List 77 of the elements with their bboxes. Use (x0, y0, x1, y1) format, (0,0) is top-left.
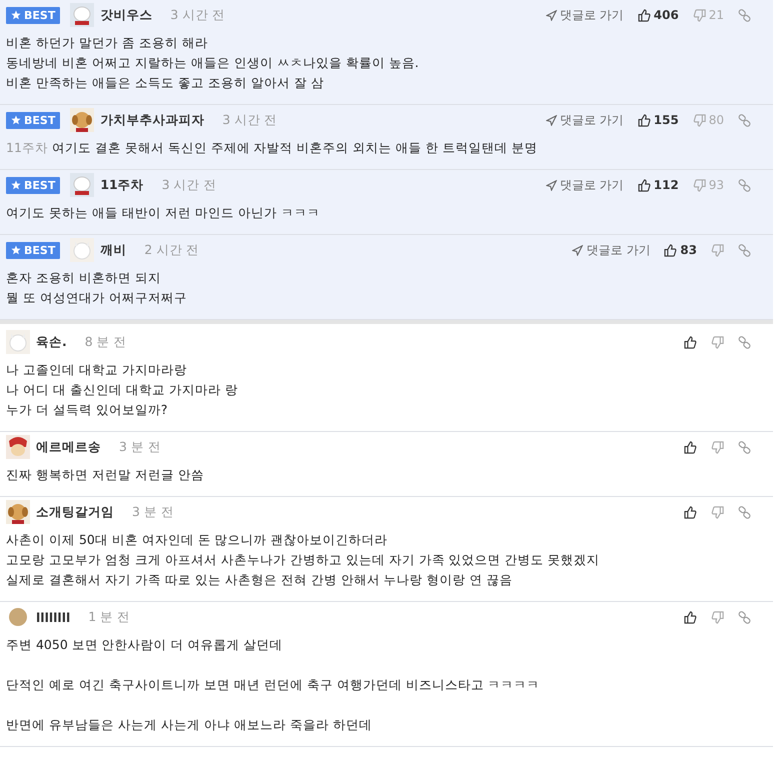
comment-text: 진짜 행복하면 저런말 저런글 안씀 (6, 466, 205, 484)
author-name[interactable]: llllllll (36, 610, 70, 624)
link-icon[interactable] (738, 506, 751, 518)
star-icon (11, 10, 21, 20)
link-icon[interactable] (738, 440, 751, 454)
go-to-reply-link[interactable]: 댓글로 가기 (546, 112, 624, 128)
comment-text: 뭘 또 여성연대가 어쩌구저쩌구 (6, 289, 188, 307)
author-name[interactable]: 육손. (36, 334, 67, 350)
comment-text: 고모랑 고모부가 엄청 크게 아프셔서 사촌누나가 간병하고 있는데 자기 가족 있었으면 간병도 못했겠지 (6, 551, 601, 569)
best-badge: BEST (6, 242, 60, 258)
comment-text: 단적인 예로 여긴 축구사이트니까 보면 매년 런던에 축구 여행가던데 비즈니스타고 ㅋㅋㅋㅋ (6, 676, 541, 694)
comment-time: 3 분 전 (119, 438, 161, 456)
thumbs-down-icon[interactable] (711, 244, 724, 256)
best-badge: BEST (6, 112, 60, 128)
link-icon[interactable] (738, 610, 751, 624)
comment-text: 나 고졸인데 대학교 가지마라랑 (6, 361, 188, 379)
best-badge: BEST (6, 6, 60, 24)
comment-text: 동네방네 비혼 어쩌고 지랄하는 애들은 인생이 ㅆㅊ나있을 확률이 높음. (6, 54, 420, 72)
comment-time: 3 시간 전 (222, 112, 278, 128)
author-name[interactable]: 가치부추사과피자 (100, 112, 204, 128)
comment-text: 11주차 여기도 결혼 못해서 독신인 주제에 자발적 비혼주의 외치는 애들 한 트럭일탠데 분명 (6, 139, 539, 157)
thumbs-down-icon[interactable] (711, 610, 724, 624)
comment-time: 3 시간 전 (170, 6, 226, 24)
comment-time: 3 분 전 (132, 504, 174, 520)
comment-text: 사촌이 이제 50대 비혼 여자인데 돈 많으니까 괜찮아보이긴하더라 (6, 531, 389, 549)
star-icon (11, 245, 21, 255)
comment-text: 누가 더 설득력 있어보일까? (6, 401, 169, 419)
star-icon (11, 180, 21, 190)
send-icon (546, 10, 557, 20)
go-to-reply-link[interactable]: 댓글로 가기 (572, 242, 650, 258)
comment-time: 3 시간 전 (162, 176, 217, 194)
comment-text: 반면에 유부남들은 사는게 사는게 아냐 애보느라 죽을라 하던데 (6, 716, 373, 734)
like-button[interactable]: 83 (664, 243, 697, 257)
thumbs-up-icon[interactable] (638, 178, 651, 192)
comment-text: 실제로 결혼해서 자기 가족 따로 있는 사촌형은 전혀 간병 안해서 누나랑 형이랑 연 끊음 (6, 571, 514, 589)
author-name[interactable]: 소개팅갈거임 (36, 504, 114, 520)
thumbs-down-icon[interactable] (692, 114, 706, 126)
comment-time: 1 분 전 (88, 608, 130, 626)
best-badge: BEST (6, 176, 60, 194)
author-name[interactable]: 갓비우스 (100, 6, 152, 24)
thumbs-up-icon[interactable] (638, 114, 651, 126)
send-icon (572, 244, 584, 256)
send-icon (546, 180, 557, 190)
thumbs-down-icon[interactable] (711, 440, 724, 454)
link-icon[interactable] (738, 114, 751, 126)
thumbs-down-icon[interactable] (711, 336, 724, 348)
like-button[interactable]: 112 (638, 178, 679, 192)
go-to-reply-link[interactable]: 댓글로 가기 (546, 6, 624, 24)
link-icon[interactable] (738, 244, 751, 256)
like-button[interactable]: 155 (638, 113, 679, 127)
comment-text: 비혼 하던가 말던가 좀 조용히 해라 (6, 34, 209, 52)
link-icon[interactable] (738, 178, 751, 192)
thumbs-down-icon[interactable] (711, 506, 724, 518)
author-name[interactable]: 깨비 (100, 242, 126, 258)
comment-text: 비혼 만족하는 애들은 소득도 좋고 조용히 알아서 잘 삼 (6, 74, 325, 92)
go-to-reply-link[interactable]: 댓글로 가기 (546, 176, 624, 194)
comment-time: 8 분 전 (84, 334, 127, 350)
comment-time: 2 시간 전 (144, 242, 200, 258)
star-icon (11, 115, 21, 125)
comment-text: 주변 4050 보면 안한사람이 더 여유롭게 살던데 (6, 636, 284, 654)
comment-text: 나 어디 대 출신인데 대학교 가지마라 랑 (6, 381, 239, 399)
thumbs-down-icon[interactable] (692, 8, 706, 22)
thumbs-up-icon[interactable] (684, 336, 697, 348)
link-icon[interactable] (738, 8, 751, 22)
thumbs-up-icon[interactable] (684, 506, 697, 518)
comment-text: 여기도 못하는 애들 태반이 저런 마인드 아닌가 ㅋㅋㅋ (6, 204, 321, 222)
thumbs-up-icon[interactable] (684, 440, 697, 454)
thumbs-up-icon[interactable] (664, 244, 678, 256)
author-name[interactable]: 11주차 (100, 176, 144, 194)
send-icon (546, 114, 557, 126)
thumbs-up-icon[interactable] (684, 610, 697, 624)
link-icon[interactable] (738, 336, 751, 348)
author-name[interactable]: 에르메르송 (36, 438, 101, 456)
like-button[interactable]: 406 (638, 8, 679, 22)
thumbs-up-icon[interactable] (638, 8, 651, 22)
thumbs-down-icon[interactable] (692, 178, 706, 192)
comment-text: 혼자 조용히 비혼하면 되지 (6, 269, 162, 287)
